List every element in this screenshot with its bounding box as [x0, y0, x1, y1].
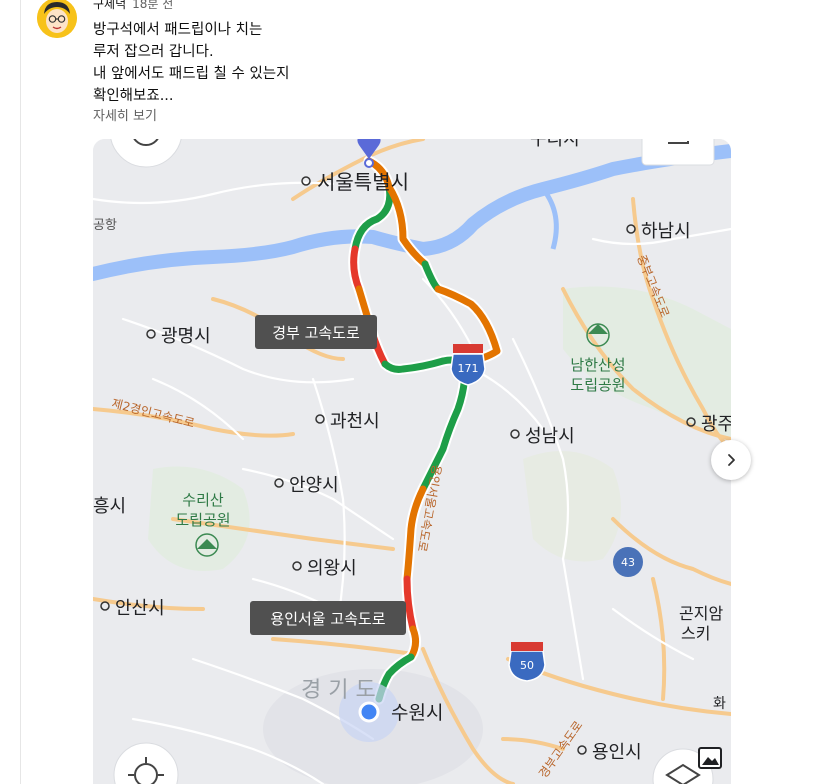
route-shield-171: 171 — [450, 344, 486, 386]
place-hanam: 하남시 — [641, 221, 691, 242]
next-image-button[interactable] — [711, 440, 751, 480]
route-label-gyeongbu: 경부 고속도로 — [255, 315, 377, 349]
svg-text:50: 50 — [520, 659, 534, 672]
comment-author[interactable]: 구제덕 — [93, 0, 126, 11]
route-label-yongin-seoul: 용인서울 고속도로 — [250, 601, 406, 635]
place-ansan: 안산시 — [115, 598, 165, 619]
chevron-right-icon — [728, 454, 735, 466]
comment-text: 방구석에서 패드립이나 치는 루저 잡으러 갑니다. 내 앞에서도 패드립 칠 … — [93, 19, 289, 107]
route-shield-50: 50 — [508, 642, 546, 682]
route-shield-43: 43 — [613, 547, 643, 577]
comment-meta: 구제덕 18분 전 — [93, 0, 173, 12]
place-gonghang: 공항 — [93, 218, 117, 233]
avatar[interactable] — [37, 0, 77, 38]
place-suwon: 수원시 — [391, 702, 443, 724]
place-seoul: 서울특별시 — [317, 170, 409, 194]
place-seongnam: 성남시 — [525, 426, 575, 447]
comment-time[interactable]: 18분 전 — [132, 0, 173, 11]
read-more-link[interactable]: 자세히 보기 — [93, 105, 157, 124]
gallery-icon — [698, 747, 722, 769]
map-image[interactable]: 경부 고속도로 용인서울 고속도로 171 43 50 서울특별시 구리시 하남 — [93, 139, 731, 784]
place-gwangju: 광주 — [701, 414, 731, 435]
thread-rule — [20, 0, 21, 784]
place-surisan: 수리산 — [182, 491, 224, 509]
current-location-dot — [358, 701, 380, 723]
place-namhansanseong-park: 도립공원 — [570, 376, 625, 394]
svg-text:43: 43 — [621, 556, 635, 569]
place-gonjiam: 곤지암 — [679, 604, 723, 623]
place-gwangmyeong: 광명시 — [161, 326, 211, 347]
comment-line: 확인해보죠... — [93, 88, 174, 104]
place-gwacheon: 과천시 — [330, 411, 380, 432]
place-yongin: 용인시 — [592, 742, 642, 763]
svg-text:경부 고속도로: 경부 고속도로 — [272, 324, 360, 342]
svg-text:171: 171 — [458, 362, 479, 375]
comment-line: 방구석에서 패드립이나 치는 — [93, 22, 263, 38]
place-hwa: 화 — [713, 696, 726, 712]
place-anyang: 안양시 — [289, 475, 339, 496]
place-gyeonggido: 경 기 도 — [301, 678, 376, 703]
comment-line: 루저 잡으러 갑니다. — [93, 44, 214, 60]
place-top-partial: 구리시 — [530, 139, 580, 150]
place-uiwang: 의왕시 — [307, 558, 357, 579]
avatar-face-icon — [37, 0, 77, 38]
place-namhansanseong: 남한산성 — [570, 356, 625, 374]
svg-text:용인서울 고속도로: 용인서울 고속도로 — [270, 610, 385, 628]
map-share-button[interactable] — [641, 139, 715, 166]
place-surisan-park: 도립공원 — [175, 511, 230, 529]
place-seu: 스키 — [681, 624, 710, 643]
comment-line: 내 앞에서도 패드립 칠 수 있는지 — [93, 66, 290, 82]
place-heungsi: 흥시 — [93, 496, 126, 517]
